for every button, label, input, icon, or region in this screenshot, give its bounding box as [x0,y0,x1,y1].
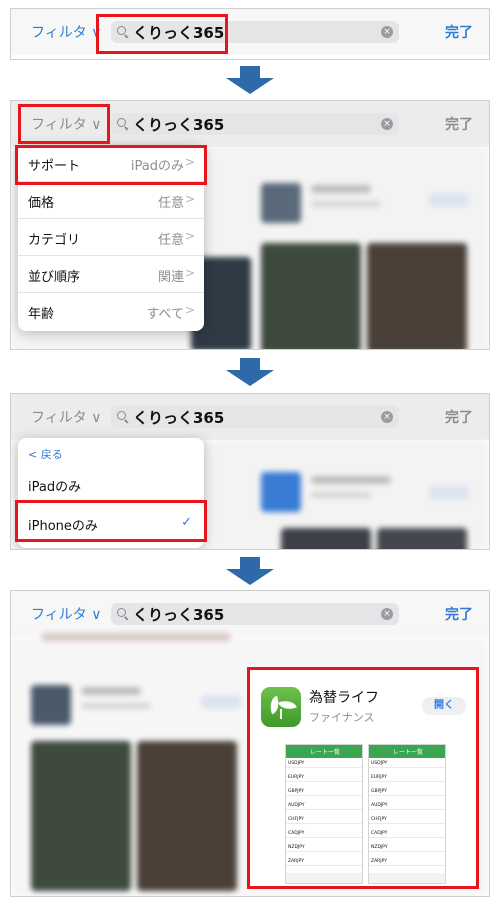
row-label: カテゴリ [28,233,81,248]
chevron-down-icon: ∨ [91,607,102,623]
done-button[interactable]: 完了 [445,22,473,42]
row-label: 並び順序 [28,270,81,285]
chevron-right-icon: > [184,192,195,206]
highlight-iphone-option [15,500,207,542]
back-button[interactable]: < 戻る [28,446,63,462]
row-value: 任意 [157,233,184,248]
filter-row-price[interactable]: 価格 任意 > [18,182,204,219]
search-bar: フィルタ ∨ くりっく365 × 完了 [11,9,489,55]
down-arrow-icon [226,358,274,388]
step4-panel: フィルタ ∨ くりっく365 × 完了 為替ライフ ファイナンス 開く レート一… [10,590,490,897]
step3-panel: フィルタ ∨ くりっく365 × 完了 < 戻る iPadのみ iPhoneのみ… [10,393,490,550]
row-label: 価格 [28,196,55,211]
highlight-support-row [15,145,207,185]
chevron-right-icon: > [184,229,195,243]
search-icon [117,608,126,617]
clear-icon[interactable]: × [381,118,393,130]
down-arrow-icon [226,557,274,587]
row-value: 任意 [157,196,184,211]
search-icon [117,118,126,127]
row-label: 年齢 [28,307,55,322]
filter-row-sort[interactable]: 並び順序 関連 > [18,256,204,293]
step1-panel: フィルタ ∨ くりっく365 × 完了 [10,8,490,60]
search-bar: フィルタ ∨ くりっく365 × 完了 [11,591,489,637]
clear-icon[interactable]: × [381,26,393,38]
search-query: くりっく365 [133,409,225,427]
row-value: 関連 [157,270,184,285]
done-button[interactable]: 完了 [445,114,473,134]
option-label: iPadのみ [28,480,82,495]
filter-button[interactable]: フィルタ ∨ [31,407,101,427]
search-field[interactable]: くりっく365 × [111,603,399,625]
search-query: くりっく365 [133,606,225,624]
search-field[interactable]: くりっく365 × [111,406,399,428]
clear-icon[interactable]: × [381,608,393,620]
down-arrow-icon [226,66,274,96]
chevron-right-icon: > [184,303,195,317]
support-option-ipad[interactable]: iPadのみ [18,466,204,503]
filter-row-age[interactable]: 年齢 すべて > [18,293,204,330]
search-query: くりっく365 [133,116,225,134]
chevron-right-icon: > [184,266,195,280]
filter-button[interactable]: フィルタ ∨ [31,604,101,624]
filter-button[interactable]: フィルタ ∨ [31,22,101,42]
chevron-down-icon: ∨ [91,410,102,426]
step2-panel: フィルタ ∨ くりっく365 × 完了 サポート iPadのみ > 価格 任意 > カテ… [10,100,490,350]
search-bar: フィルタ ∨ くりっく365 × 完了 [11,394,489,440]
done-button[interactable]: 完了 [445,407,473,427]
highlight-result-app [247,667,479,889]
filter-row-category[interactable]: カテゴリ 任意 > [18,219,204,256]
search-icon [117,411,126,420]
highlight-filter [18,104,110,144]
clear-icon[interactable]: × [381,411,393,423]
done-button[interactable]: 完了 [445,604,473,624]
row-value: すべて [146,307,184,322]
search-field[interactable]: くりっく365 × [111,113,399,135]
highlight-search [96,14,228,54]
